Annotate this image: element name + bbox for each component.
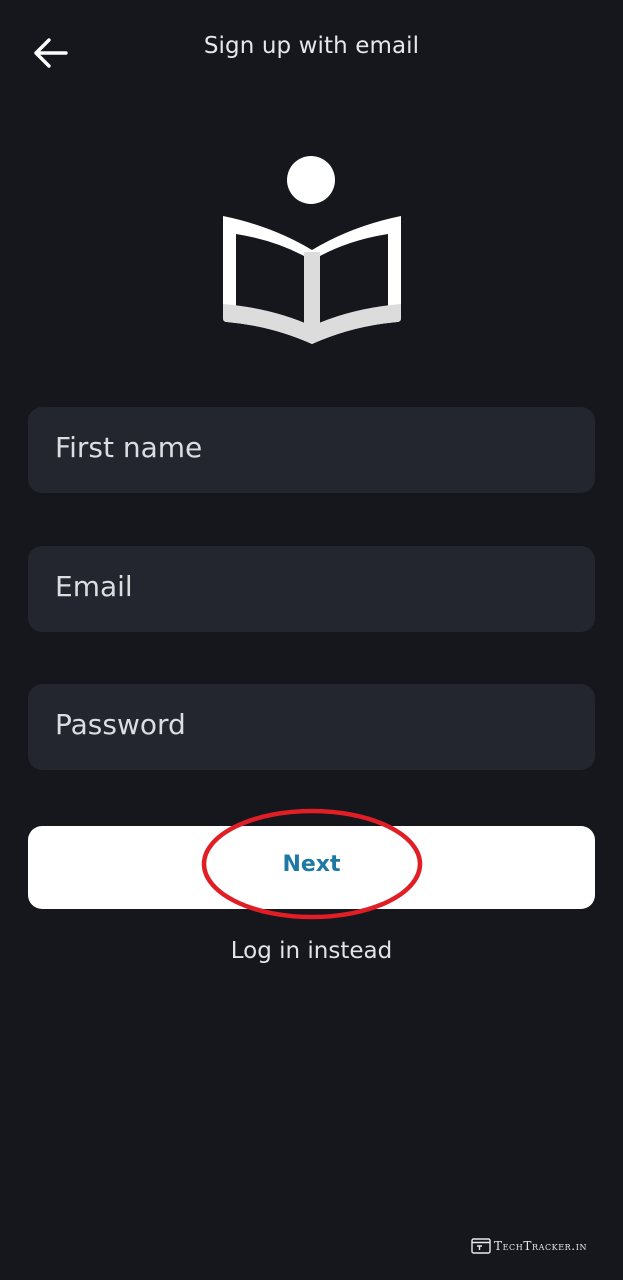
page-title: Sign up with email bbox=[203, 33, 420, 59]
email-input[interactable] bbox=[28, 546, 595, 632]
first-name-input[interactable] bbox=[28, 407, 595, 493]
password-field[interactable] bbox=[28, 684, 595, 770]
signup-screen: Sign up with email Next Log in instead T… bbox=[0, 0, 623, 1280]
app-logo bbox=[212, 156, 412, 350]
first-name-field[interactable] bbox=[28, 407, 595, 493]
browser-window-icon bbox=[471, 1238, 491, 1254]
email-field[interactable] bbox=[28, 546, 595, 632]
reading-book-icon bbox=[223, 156, 401, 344]
login-instead-link[interactable]: Log in instead bbox=[0, 938, 623, 964]
next-button[interactable]: Next bbox=[28, 826, 595, 909]
watermark-text: TechTracker.in bbox=[494, 1239, 588, 1253]
password-input[interactable] bbox=[28, 684, 595, 770]
watermark: TechTracker.in bbox=[471, 1236, 587, 1256]
